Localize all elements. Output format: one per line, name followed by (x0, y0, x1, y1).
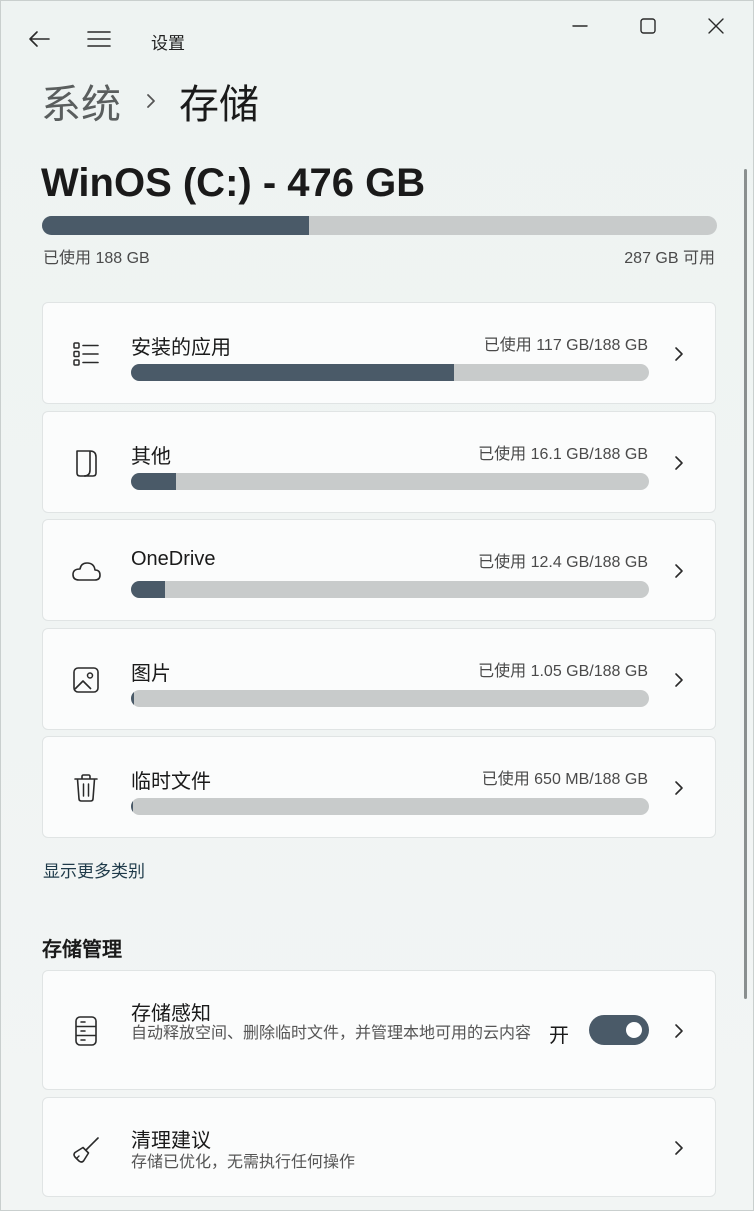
category-usage-bar-fill (131, 581, 166, 598)
chevron-right-icon (671, 778, 687, 798)
storage-sense-card[interactable]: 存储感知 自动释放空间、删除临时文件，并管理本地可用的云内容 开 (42, 970, 716, 1090)
category-card-temporary-files[interactable]: 临时文件 已使用 650 MB/188 GB (42, 736, 716, 838)
chevron-right-icon (145, 91, 157, 111)
category-label: 安装的应用 (131, 337, 231, 359)
category-usage-bar (131, 364, 649, 381)
document-icon (69, 446, 103, 480)
storage-sense-label: 存储感知 (131, 1003, 211, 1025)
category-usage-bar-fill (131, 364, 455, 381)
category-card-other[interactable]: 其他 已使用 16.1 GB/188 GB (42, 411, 716, 513)
show-more-categories-link[interactable]: 显示更多类别 (43, 857, 145, 882)
toggle-knob (626, 1022, 642, 1038)
category-card-installed-apps[interactable]: 安装的应用 已使用 117 GB/188 GB (42, 302, 716, 404)
category-usage-bar-fill (131, 798, 134, 815)
drive-title: WinOS (C:) - 476 GB (41, 161, 426, 205)
list-icon (69, 337, 103, 371)
chevron-right-icon (671, 344, 687, 364)
chevron-right-icon (671, 453, 687, 473)
drive-used-label: 已使用 188 GB (43, 250, 150, 267)
category-label: 图片 (131, 663, 171, 685)
category-usage: 已使用 1.05 GB/188 GB (478, 663, 648, 680)
category-label: 其他 (131, 446, 171, 468)
app-title: 设置 (151, 34, 185, 53)
category-label: 临时文件 (131, 771, 211, 793)
server-storage-icon (69, 1013, 103, 1049)
drive-free-label: 287 GB 可用 (624, 250, 715, 267)
category-card-onedrive[interactable]: OneDrive 已使用 12.4 GB/188 GB (42, 519, 716, 621)
back-button[interactable] (19, 21, 59, 57)
chevron-right-icon (671, 1021, 687, 1041)
breadcrumb: 系统 存储 (41, 73, 259, 129)
category-usage-bar-fill (131, 690, 135, 707)
back-arrow-icon (28, 30, 50, 48)
category-usage-bar-fill (131, 473, 176, 490)
chevron-right-icon (671, 670, 687, 690)
category-usage: 已使用 16.1 GB/188 GB (478, 446, 648, 463)
close-icon (708, 18, 724, 34)
category-usage-bar (131, 798, 649, 815)
breadcrumb-parent-system[interactable]: 系统 (41, 72, 121, 130)
drive-usage-bar-fill (42, 216, 309, 235)
cleanup-recommendations-description: 存储已优化，无需执行任何操作 (131, 1154, 356, 1171)
category-usage: 已使用 117 GB/188 GB (483, 337, 648, 354)
maximize-button[interactable] (625, 7, 671, 45)
page-title: 存储 (179, 82, 259, 128)
storage-sense-toggle-state: 开 (549, 1025, 569, 1047)
category-label: OneDrive (131, 548, 216, 570)
title-bar: 设置 (1, 1, 753, 73)
broom-icon (69, 1132, 103, 1168)
category-usage: 已使用 650 MB/188 GB (481, 771, 648, 788)
category-usage: 已使用 12.4 GB/188 GB (478, 554, 648, 571)
minimize-icon (572, 24, 588, 28)
settings-window: 设置 系统 存储 WinOS (C:) - 476 GB 已使用 188 GB (0, 0, 754, 1211)
cleanup-recommendations-card[interactable]: 清理建议 存储已优化，无需执行任何操作 (42, 1097, 716, 1197)
trash-icon (69, 771, 103, 805)
maximize-icon (640, 18, 656, 34)
category-usage-bar (131, 690, 649, 707)
category-usage-bar (131, 581, 649, 598)
close-button[interactable] (693, 7, 739, 45)
hamburger-menu-icon (87, 30, 111, 48)
chevron-right-icon (671, 561, 687, 581)
vertical-scrollbar[interactable] (744, 169, 747, 999)
storage-sense-toggle[interactable] (589, 1015, 649, 1045)
minimize-button[interactable] (557, 7, 603, 45)
navigation-menu-button[interactable] (79, 21, 119, 57)
image-icon (69, 663, 103, 697)
chevron-right-icon (671, 1138, 687, 1158)
category-usage-bar (131, 473, 649, 490)
cleanup-recommendations-label: 清理建议 (131, 1130, 211, 1152)
storage-management-heading: 存储管理 (42, 939, 122, 961)
drive-usage-bar (42, 216, 717, 235)
storage-sense-description: 自动释放空间、删除临时文件，并管理本地可用的云内容 (131, 1025, 532, 1042)
category-card-pictures[interactable]: 图片 已使用 1.05 GB/188 GB (42, 628, 716, 730)
cloud-icon (69, 554, 103, 588)
